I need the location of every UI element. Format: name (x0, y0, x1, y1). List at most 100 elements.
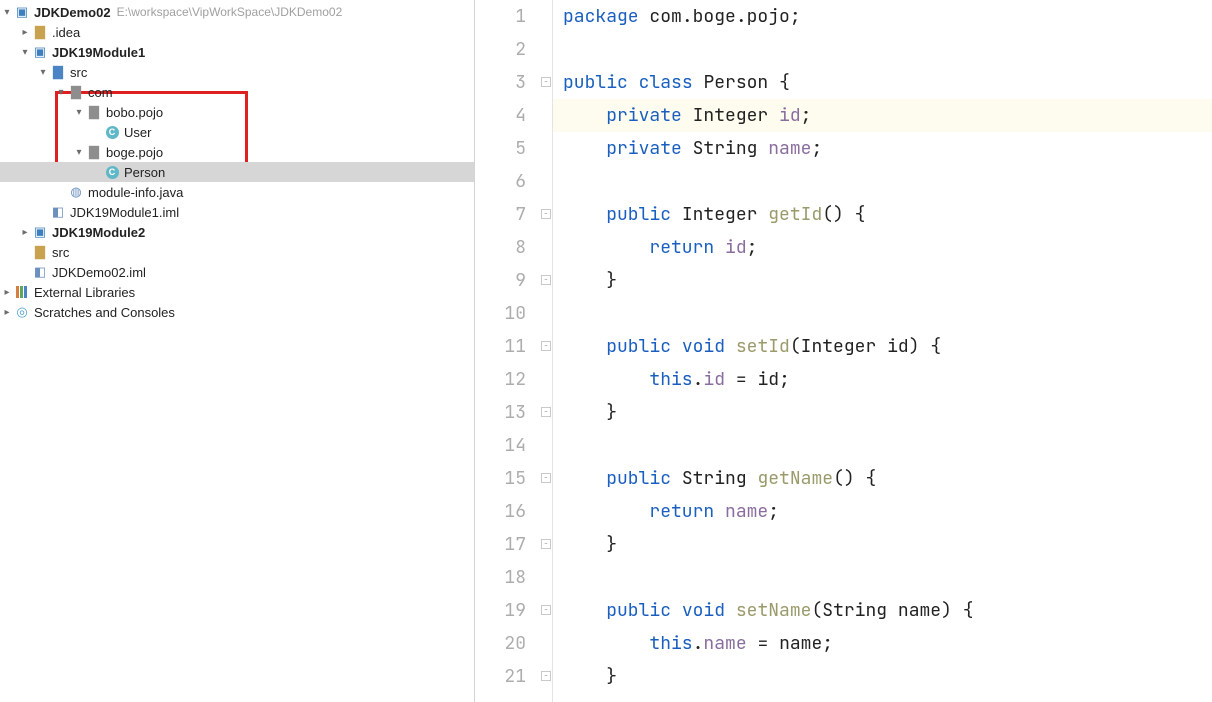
tree-row-iml0[interactable]: ▸ ◧ JDKDemo02.iml (0, 262, 474, 282)
tree-label: src (70, 65, 87, 80)
module-icon: ▣ (32, 44, 48, 60)
tree-label: .idea (52, 25, 80, 40)
fold-icon[interactable]: − (541, 473, 551, 483)
line-number: 8 (475, 231, 526, 264)
tree-label: Person (124, 165, 165, 180)
code-line[interactable]: public String getName() { (553, 462, 1212, 495)
class-icon: C (104, 124, 120, 140)
tree-row-bobo[interactable]: ▾ ▇ bobo.pojo (0, 102, 474, 122)
code-line[interactable]: private String name; (553, 132, 1212, 165)
chevron-right-icon[interactable]: ▸ (0, 285, 14, 299)
code-line[interactable]: } (553, 264, 1212, 297)
tree-label: External Libraries (34, 285, 135, 300)
chevron-down-icon[interactable]: ▾ (18, 45, 32, 59)
package-icon: ▇ (86, 104, 102, 120)
fold-icon[interactable]: − (541, 275, 551, 285)
code-line[interactable]: this.name = name; (553, 627, 1212, 660)
module-icon: ▣ (32, 224, 48, 240)
tree-path-label: E:\workspace\VipWorkSpace\JDKDemo02 (117, 5, 343, 19)
tree-row-iml1[interactable]: ▸ ◧ JDK19Module1.iml (0, 202, 474, 222)
chevron-right-icon[interactable]: ▸ (0, 305, 14, 319)
tree-row-com[interactable]: ▾ ▇ com (0, 82, 474, 102)
code-line[interactable]: this.id = id; (553, 363, 1212, 396)
chevron-down-icon[interactable]: ▾ (54, 85, 68, 99)
tree-row-external-libraries[interactable]: ▸ External Libraries (0, 282, 474, 302)
code-line[interactable]: public void setName(String name) { (553, 594, 1212, 627)
code-line[interactable]: public void setId(Integer id) { (553, 330, 1212, 363)
fold-icon[interactable]: − (541, 77, 551, 87)
tree-row-scratches[interactable]: ▸ ◎ Scratches and Consoles (0, 302, 474, 322)
class-icon: C (104, 164, 120, 180)
line-number: 3 (475, 66, 526, 99)
folder-icon: ▇ (32, 244, 48, 260)
folder-icon: ▇ (32, 24, 48, 40)
tree-row-boge[interactable]: ▾ ▇ boge.pojo (0, 142, 474, 162)
tree-row-module2[interactable]: ▸ ▣ JDK19Module2 (0, 222, 474, 242)
code-area[interactable]: package com.boge.pojo; public class Perso… (553, 0, 1212, 702)
code-editor[interactable]: 123−4567−89−1011−1213−1415−1617−1819−202… (475, 0, 1212, 702)
code-line[interactable] (553, 429, 1212, 462)
tree-row-user[interactable]: ▸ C User (0, 122, 474, 142)
code-line[interactable] (553, 297, 1212, 330)
project-tree-panel[interactable]: ▾ ▣ JDKDemo02 E:\workspace\VipWorkSpace\… (0, 0, 475, 702)
tree-row-src[interactable]: ▾ ▇ src (0, 62, 474, 82)
fold-icon[interactable]: − (541, 539, 551, 549)
code-line[interactable]: return name; (553, 495, 1212, 528)
code-line[interactable]: } (553, 528, 1212, 561)
line-number: 2 (475, 33, 526, 66)
code-line[interactable] (553, 165, 1212, 198)
chevron-down-icon[interactable]: ▾ (0, 5, 14, 19)
chevron-down-icon[interactable]: ▾ (72, 145, 86, 159)
scratches-icon: ◎ (14, 304, 30, 320)
line-number: 21 (475, 660, 526, 693)
line-number: 9 (475, 264, 526, 297)
package-icon: ▇ (68, 84, 84, 100)
code-line[interactable] (553, 561, 1212, 594)
line-number: 7 (475, 198, 526, 231)
line-number: 10 (475, 297, 526, 330)
tree-label: JDKDemo02 (34, 5, 111, 20)
tree-label: JDKDemo02.iml (52, 265, 146, 280)
tree-row-moduleinfo[interactable]: ▸ ◍ module-info.java (0, 182, 474, 202)
tree-label: JDK19Module1 (52, 45, 145, 60)
code-line[interactable]: public class Person { (553, 66, 1212, 99)
chevron-right-icon[interactable]: ▸ (18, 25, 32, 39)
line-number: 16 (475, 495, 526, 528)
line-number-gutter: 123−4567−89−1011−1213−1415−1617−1819−202… (475, 0, 553, 702)
chevron-down-icon[interactable]: ▾ (36, 65, 50, 79)
tree-label: JDK19Module1.iml (70, 205, 179, 220)
line-number: 18 (475, 561, 526, 594)
fold-icon[interactable]: − (541, 341, 551, 351)
tree-row-idea[interactable]: ▸ ▇ .idea (0, 22, 474, 42)
line-number: 19 (475, 594, 526, 627)
fold-icon[interactable]: − (541, 209, 551, 219)
code-line[interactable]: } (553, 396, 1212, 429)
tree-label: Scratches and Consoles (34, 305, 175, 320)
module-icon: ▣ (14, 4, 30, 20)
java-file-icon: ◍ (68, 184, 84, 200)
line-number: 4 (475, 99, 526, 132)
tree-row-module1[interactable]: ▾ ▣ JDK19Module1 (0, 42, 474, 62)
code-line[interactable] (553, 33, 1212, 66)
source-folder-icon: ▇ (50, 64, 66, 80)
code-line[interactable]: package com.boge.pojo; (553, 0, 1212, 33)
line-number: 5 (475, 132, 526, 165)
package-icon: ▇ (86, 144, 102, 160)
line-number: 11 (475, 330, 526, 363)
fold-icon[interactable]: − (541, 407, 551, 417)
code-line[interactable]: public Integer getId() { (553, 198, 1212, 231)
tree-label: JDK19Module2 (52, 225, 145, 240)
code-line[interactable]: private Integer id; (553, 99, 1212, 132)
code-line[interactable]: } (553, 660, 1212, 693)
line-number: 15 (475, 462, 526, 495)
chevron-right-icon[interactable]: ▸ (18, 225, 32, 239)
code-line[interactable]: return id; (553, 231, 1212, 264)
tree-row-person[interactable]: ▸ C Person (0, 162, 474, 182)
config-file-icon: ◧ (32, 264, 48, 280)
fold-icon[interactable]: − (541, 605, 551, 615)
fold-icon[interactable]: − (541, 671, 551, 681)
tree-row-project-root[interactable]: ▾ ▣ JDKDemo02 E:\workspace\VipWorkSpace\… (0, 2, 474, 22)
line-number: 1 (475, 0, 526, 33)
tree-row-src2[interactable]: ▸ ▇ src (0, 242, 474, 262)
chevron-down-icon[interactable]: ▾ (72, 105, 86, 119)
